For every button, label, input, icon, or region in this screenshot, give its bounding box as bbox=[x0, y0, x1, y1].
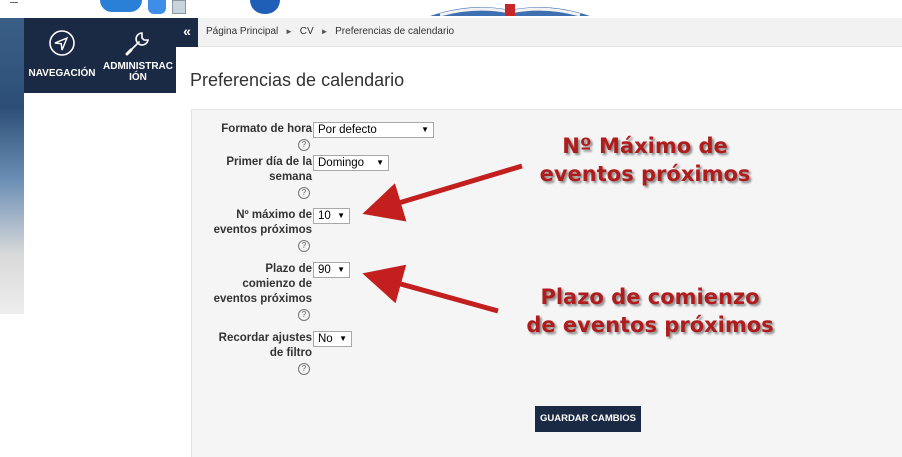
side-photo bbox=[0, 18, 24, 314]
nav-navegacion-button[interactable]: NAVEGACIÓN bbox=[24, 18, 100, 93]
help-icon[interactable]: ? bbox=[298, 363, 310, 375]
time-format-select[interactable]: Por defecto ▼ bbox=[313, 122, 434, 138]
book-logo-icon bbox=[430, 4, 590, 16]
logo-shape bbox=[172, 0, 186, 14]
first-day-label: Primer día de la semana bbox=[226, 156, 312, 183]
persist-filter-value: No bbox=[318, 333, 333, 345]
page: NAVEGACIÓN ADMINISTRACIÓN « Página Princ… bbox=[0, 0, 902, 457]
chevron-down-icon: ▼ bbox=[421, 125, 429, 134]
field-label: Nº máximo de eventos próximos ? bbox=[212, 208, 312, 252]
breadcrumb: « Página Principal ► CV ► Preferencias d… bbox=[176, 18, 902, 47]
collapse-blocks-button[interactable]: « bbox=[176, 18, 198, 47]
site-header bbox=[0, 0, 902, 18]
nav-administracion-label: ADMINISTRACIÓN bbox=[103, 61, 173, 83]
annotation-max-events: Nº Máximo de eventos próximos bbox=[500, 132, 790, 188]
logo-shape bbox=[250, 0, 280, 14]
logo-shape bbox=[100, 0, 142, 12]
nav-navegacion-label: NAVEGACIÓN bbox=[28, 68, 96, 79]
max-events-select[interactable]: 10 ▼ bbox=[313, 208, 350, 224]
annotation-lookahead: Plazo de comienzo de eventos próximos bbox=[490, 283, 810, 339]
chevron-down-icon: ▼ bbox=[376, 158, 384, 167]
breadcrumb-link-home[interactable]: Página Principal bbox=[206, 26, 278, 37]
max-events-value: 10 bbox=[318, 210, 331, 222]
lookahead-label: Plazo de comienzo de eventos próximos bbox=[213, 263, 312, 305]
time-format-label: Formato de hora bbox=[221, 123, 312, 135]
breadcrumb-separator: ► bbox=[285, 27, 293, 36]
breadcrumb-trail: Página Principal ► CV ► Preferencias de … bbox=[206, 26, 458, 37]
first-day-select[interactable]: Domingo ▼ bbox=[313, 155, 389, 171]
save-changes-button[interactable]: GUARDAR CAMBIOS bbox=[535, 406, 641, 432]
nav-administracion-button[interactable]: ADMINISTRACIÓN bbox=[100, 18, 176, 93]
field-label: Primer día de la semana ? bbox=[212, 155, 312, 199]
compass-icon bbox=[49, 30, 75, 56]
chevron-down-icon: ▼ bbox=[337, 265, 345, 274]
chevron-down-icon: ▼ bbox=[339, 334, 347, 343]
first-day-value: Domingo bbox=[318, 157, 365, 169]
breadcrumb-separator: ► bbox=[320, 27, 329, 36]
field-label: Recordar ajustes de filtro ? bbox=[212, 331, 312, 375]
persist-filter-label: Recordar ajustes de filtro bbox=[218, 332, 312, 359]
chevron-down-icon: ▼ bbox=[337, 211, 345, 220]
page-title: Preferencias de calendario bbox=[190, 70, 405, 90]
max-events-label: Nº máximo de eventos próximos bbox=[213, 209, 312, 236]
annotation-line: Nº Máximo de bbox=[562, 134, 728, 158]
lookahead-select[interactable]: 90 ▼ bbox=[313, 262, 350, 278]
minimize-dash bbox=[10, 2, 18, 3]
help-icon[interactable]: ? bbox=[298, 139, 310, 151]
annotation-line: Plazo de comienzo bbox=[540, 285, 760, 309]
field-label: Plazo de comienzo de eventos próximos ? bbox=[212, 262, 312, 321]
help-icon[interactable]: ? bbox=[298, 187, 310, 199]
help-icon[interactable]: ? bbox=[298, 240, 310, 252]
breadcrumb-current: Preferencias de calendario bbox=[335, 26, 455, 37]
wrench-icon bbox=[125, 32, 149, 56]
field-label: Formato de hora ? bbox=[212, 122, 312, 151]
help-icon[interactable]: ? bbox=[298, 309, 310, 321]
logo-shape bbox=[148, 0, 166, 14]
annotation-line: eventos próximos bbox=[539, 162, 751, 186]
persist-filter-select[interactable]: No ▼ bbox=[313, 331, 352, 347]
header-logos bbox=[100, 0, 186, 16]
time-format-value: Por defecto bbox=[318, 124, 377, 136]
lookahead-value: 90 bbox=[318, 264, 331, 276]
breadcrumb-link-cv[interactable]: CV bbox=[300, 26, 314, 37]
annotation-line: de eventos próximos bbox=[526, 313, 774, 337]
block-tabs: NAVEGACIÓN ADMINISTRACIÓN bbox=[24, 18, 176, 93]
